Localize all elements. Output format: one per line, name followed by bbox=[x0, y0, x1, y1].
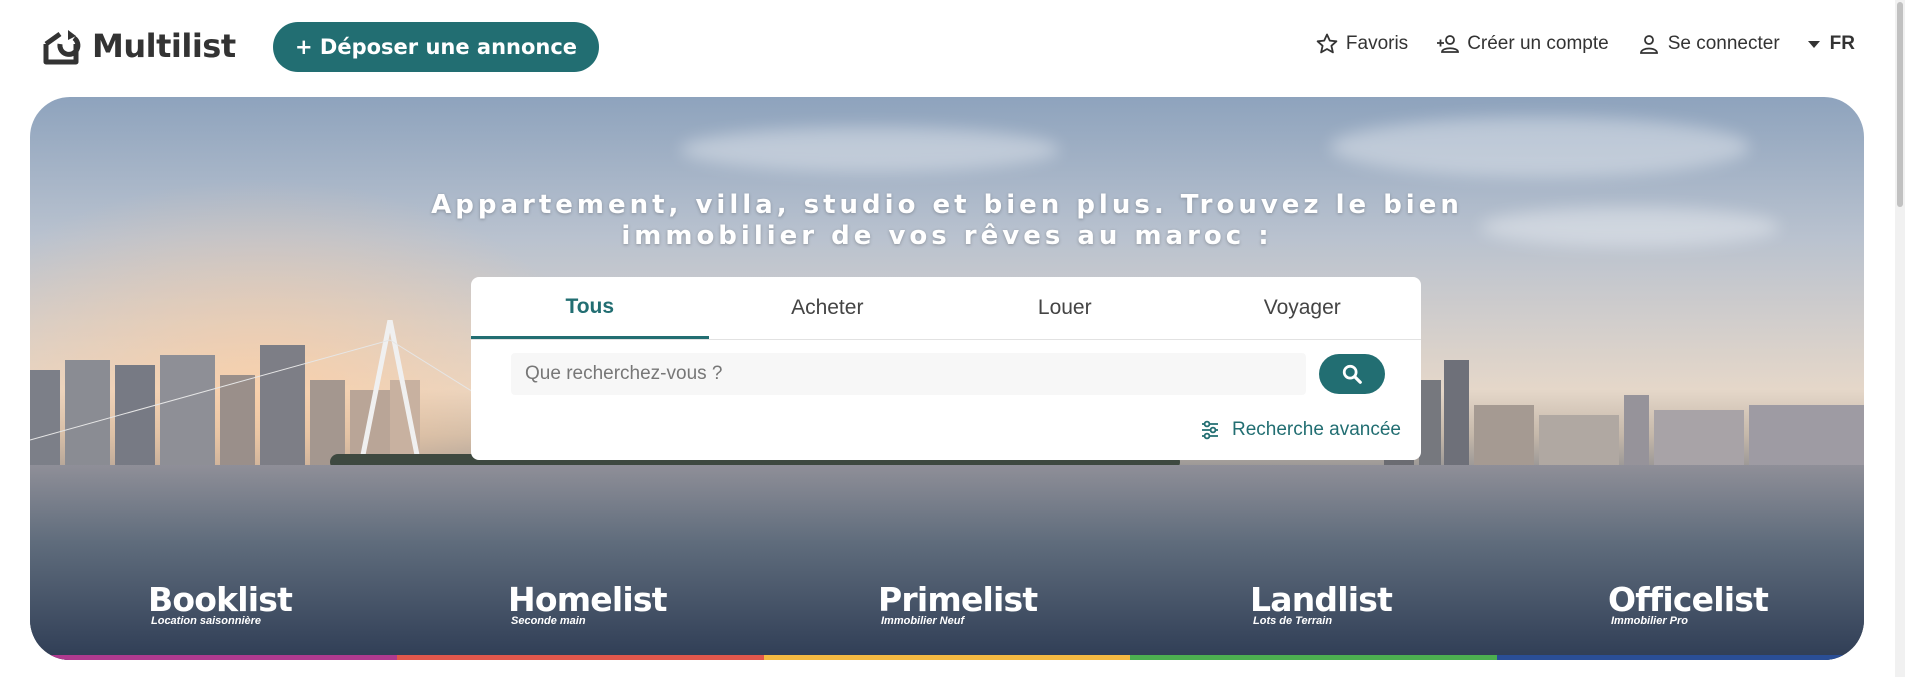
user-icon bbox=[1639, 35, 1658, 54]
brand-officelist[interactable]: Officelist Immobilier Pro bbox=[1608, 580, 1769, 628]
logo-text: Multilist bbox=[92, 27, 236, 65]
search-card: Tous Acheter Louer Voyager Recherche ava… bbox=[471, 277, 1421, 460]
search-row bbox=[511, 353, 1385, 395]
language-label: FR bbox=[1829, 33, 1855, 54]
tab-louer[interactable]: Louer bbox=[946, 277, 1184, 339]
brand-name: Landlist bbox=[1250, 580, 1393, 619]
login-label: Se connecter bbox=[1667, 33, 1780, 54]
top-nav: Favoris Créer un compte Se connecter FR bbox=[1315, 32, 1855, 56]
create-account-link[interactable]: Créer un compte bbox=[1436, 32, 1609, 56]
caret-down-icon bbox=[1807, 40, 1820, 48]
search-input[interactable] bbox=[511, 353, 1306, 395]
brand-homelist[interactable]: Homelist Seconde main bbox=[508, 580, 668, 628]
brand-landlist[interactable]: Landlist Lots de Terrain bbox=[1250, 580, 1393, 628]
brand-band-officelist bbox=[1497, 655, 1864, 660]
create-account-label: Créer un compte bbox=[1467, 33, 1609, 54]
tab-tous[interactable]: Tous bbox=[471, 277, 709, 339]
brand-primelist[interactable]: Primelist Immobilier Neuf bbox=[878, 580, 1038, 628]
favorites-link[interactable]: Favoris bbox=[1315, 32, 1408, 56]
header: Multilist + Déposer une annonce Favoris … bbox=[0, 0, 1905, 96]
advanced-search-label: Recherche avancée bbox=[1232, 419, 1401, 440]
brand-row: Booklist Location saisonnière Homelist S… bbox=[30, 582, 1864, 642]
brand-name: Booklist bbox=[148, 580, 293, 619]
star-icon bbox=[1316, 33, 1338, 54]
language-selector[interactable]: FR bbox=[1807, 33, 1855, 55]
page-scrollbar[interactable] bbox=[1895, 0, 1905, 677]
add-user-icon bbox=[1437, 35, 1460, 53]
brand-booklist[interactable]: Booklist Location saisonnière bbox=[148, 580, 293, 628]
advanced-search-link[interactable]: Recherche avancée bbox=[1200, 419, 1401, 441]
brand-name: Homelist bbox=[508, 580, 668, 619]
brand-name: Primelist bbox=[878, 580, 1038, 619]
favorites-label: Favoris bbox=[1345, 33, 1409, 54]
brand-name: Officelist bbox=[1608, 580, 1769, 619]
tab-voyager[interactable]: Voyager bbox=[1184, 277, 1422, 339]
sliders-icon bbox=[1202, 420, 1218, 440]
tab-acheter[interactable]: Acheter bbox=[709, 277, 947, 339]
brand-band-homelist bbox=[396, 655, 764, 660]
hero-skyline-right bbox=[1384, 360, 1864, 470]
house-logo-icon bbox=[43, 30, 81, 65]
search-button[interactable] bbox=[1319, 354, 1385, 394]
brand-color-bands bbox=[30, 655, 1864, 660]
search-icon bbox=[1342, 364, 1362, 384]
search-tabs: Tous Acheter Louer Voyager bbox=[471, 277, 1421, 340]
brand-band-landlist bbox=[1130, 655, 1498, 660]
logo[interactable]: Multilist bbox=[40, 24, 236, 68]
brand-band-booklist bbox=[30, 655, 397, 660]
login-link[interactable]: Se connecter bbox=[1637, 32, 1780, 56]
deposit-ad-button[interactable]: + Déposer une annonce bbox=[273, 22, 600, 72]
hero-cloud bbox=[1330, 117, 1750, 177]
hero-headline: Appartement, villa, studio et bien plus.… bbox=[30, 190, 1864, 252]
scrollbar-thumb[interactable] bbox=[1897, 2, 1903, 207]
brand-band-primelist bbox=[763, 655, 1131, 660]
hero-headline-line2: immobilier de vos rêves au maroc : bbox=[621, 221, 1273, 251]
hero-cloud bbox=[680, 127, 1060, 172]
hero-headline-line1: Appartement, villa, studio et bien plus.… bbox=[431, 190, 1463, 220]
